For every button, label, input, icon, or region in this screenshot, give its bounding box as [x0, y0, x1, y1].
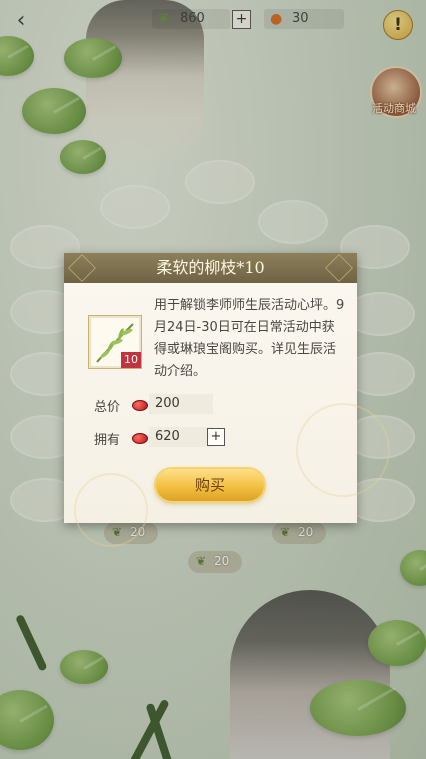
buy-button[interactable]: 购买	[156, 469, 264, 501]
item-thumbnail: 10	[88, 315, 142, 369]
add-currency-button[interactable]: +	[207, 428, 225, 446]
item-description: 用于解锁李师师生辰活动心坪。9月24日-30日可在日常活动中获得或琳琅宝阁购买。…	[154, 298, 345, 379]
decorative-flower	[296, 403, 390, 497]
red-bean-icon	[132, 400, 148, 411]
owned-value: 620	[149, 427, 213, 447]
purchase-dialog: 柔软的柳枝*10 10 用于解锁李师师生辰活动心坪。9月24日-30日可在日常活…	[64, 253, 390, 547]
decorative-flower	[74, 473, 148, 547]
total-price-value: 200	[149, 394, 213, 414]
dialog-title: 柔软的柳枝*10	[156, 258, 265, 277]
item-quantity-badge: 10	[121, 352, 141, 368]
owned-label: 拥有	[94, 433, 121, 448]
red-bean-icon	[132, 433, 148, 444]
total-price-label: 总价	[94, 400, 121, 415]
